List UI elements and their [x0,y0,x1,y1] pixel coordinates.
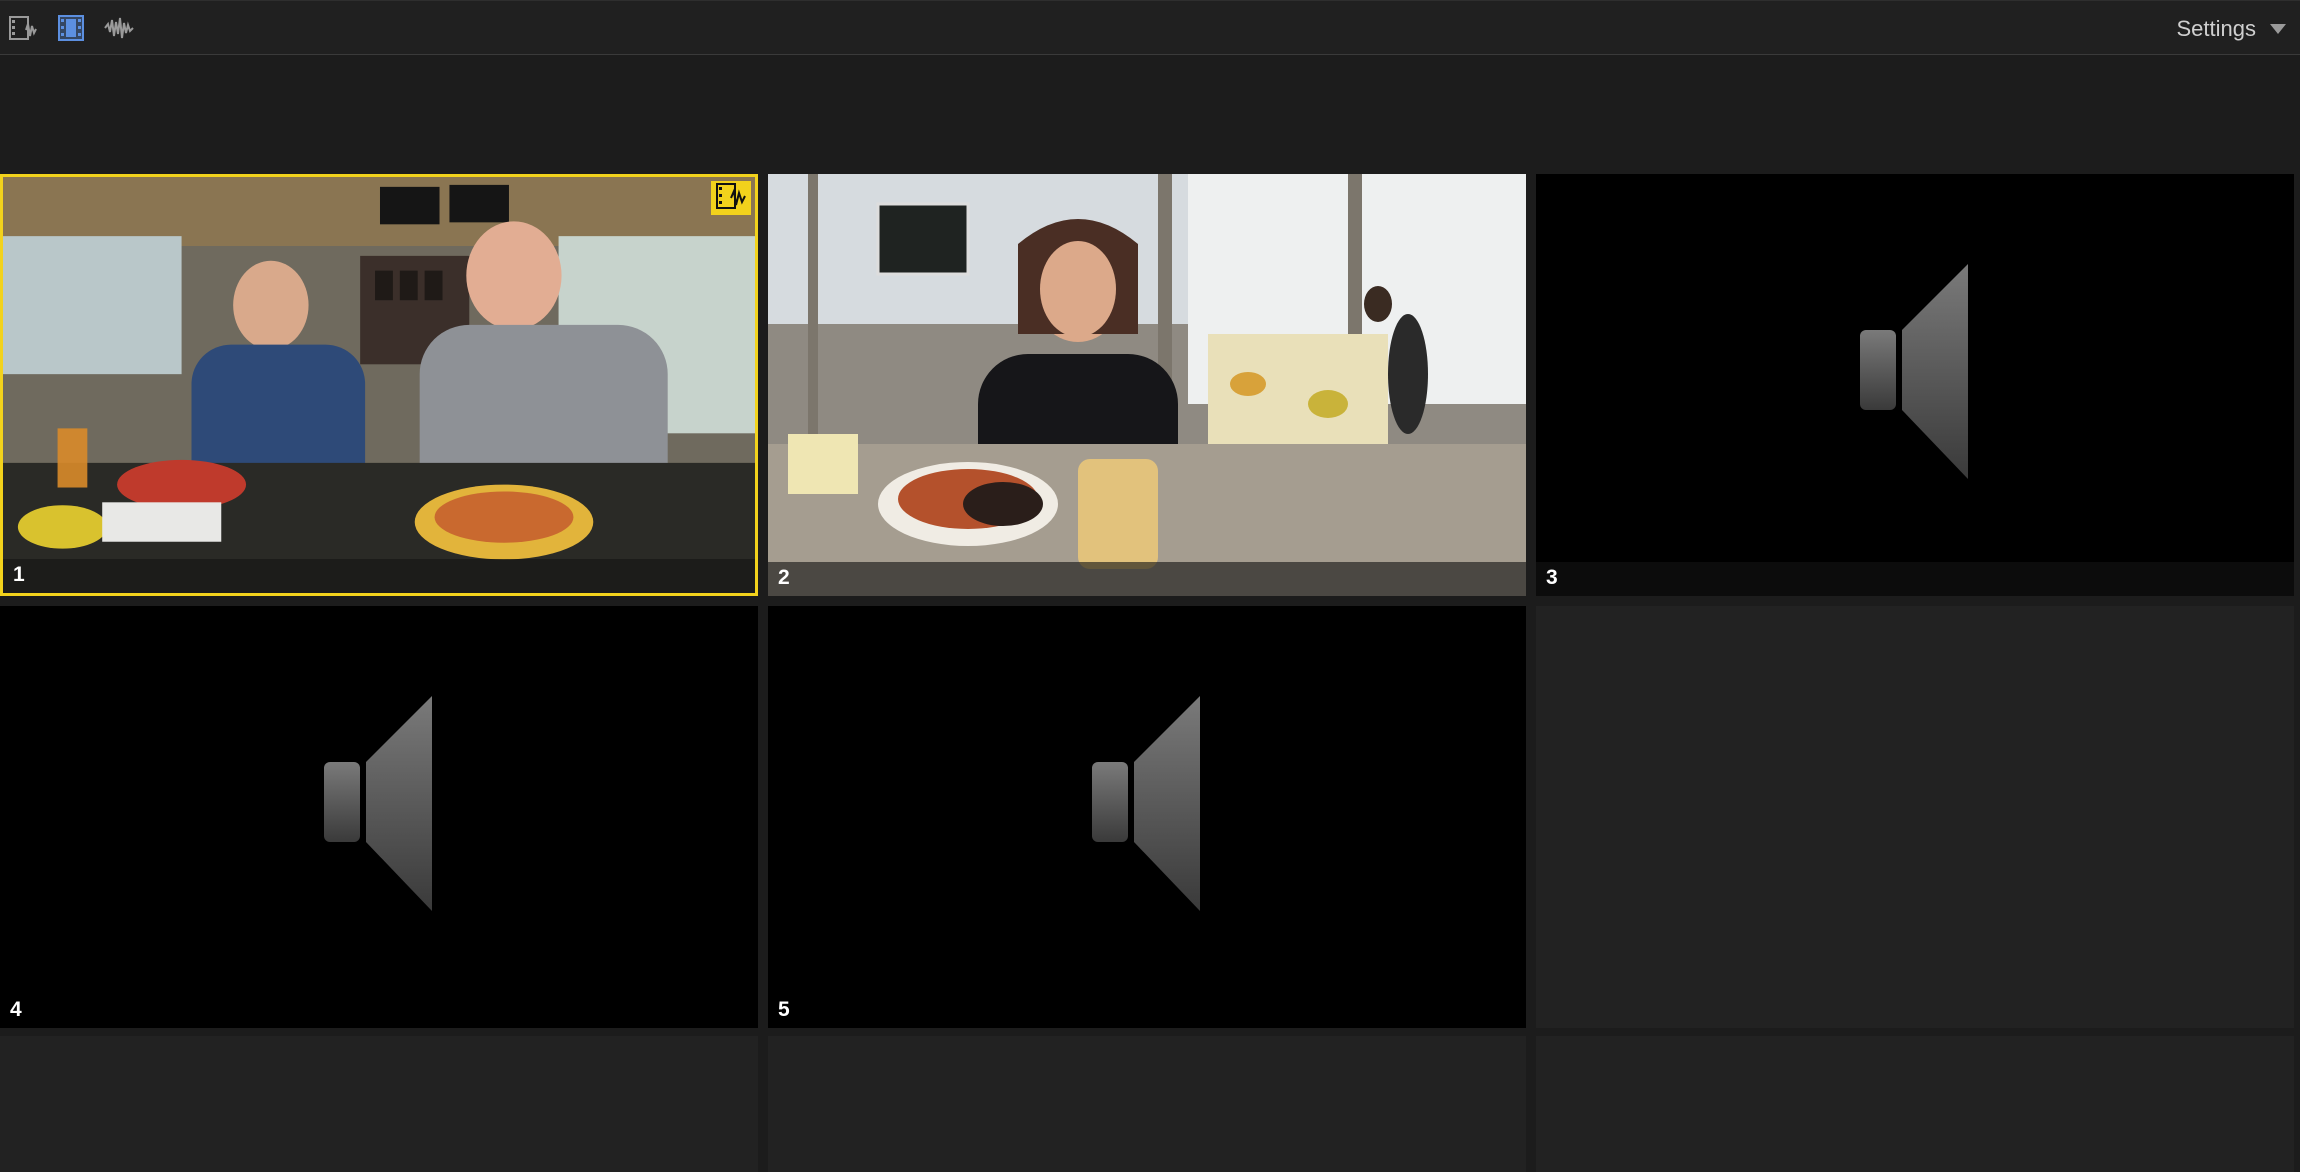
active-video-badge [711,181,751,215]
angle-number: 2 [778,566,790,589]
video-audio-icon [715,182,747,215]
video-only-switch-button[interactable] [54,13,88,43]
video-audio-switch-button[interactable] [6,13,40,43]
audio-only-switch-button[interactable] [102,13,136,43]
angle-label-bar [768,562,1526,596]
video-audio-icon [8,14,38,42]
angle-2-video-frame [768,174,1526,596]
video-only-icon [56,14,86,42]
angle-viewer-toolbar: Settings [0,0,2300,55]
settings-label: Settings [2176,15,2257,41]
angle-number: 3 [1546,566,1558,589]
empty-angle-slot [768,1036,1526,1172]
empty-angle-slot [0,1036,758,1172]
settings-menu[interactable]: Settings [2176,1,2286,56]
angle-1-video-frame [3,177,755,593]
speaker-icon [1092,696,1202,916]
speaker-icon [324,696,434,916]
angle-tile-4[interactable]: 4 [0,606,758,1028]
chevron-down-icon [2270,23,2286,34]
angle-tile-1[interactable]: 1 [0,174,758,596]
empty-angle-slot [1536,606,2294,1028]
angle-number: 4 [10,998,22,1021]
angle-number: 5 [778,998,790,1021]
audio-only-icon [103,14,135,42]
angle-tile-2[interactable]: 2 [768,174,1526,596]
angle-number: 1 [13,563,25,586]
angle-label-bar [1536,562,2294,596]
angle-tile-3[interactable]: 3 [1536,174,2294,596]
empty-angle-slot [1536,1036,2294,1172]
angle-tile-5[interactable]: 5 [768,606,1526,1028]
angle-label-bar [3,559,755,593]
angle-viewer: Settings 1 2 3 4 5 [0,0,2300,1172]
speaker-icon [1860,264,1970,484]
